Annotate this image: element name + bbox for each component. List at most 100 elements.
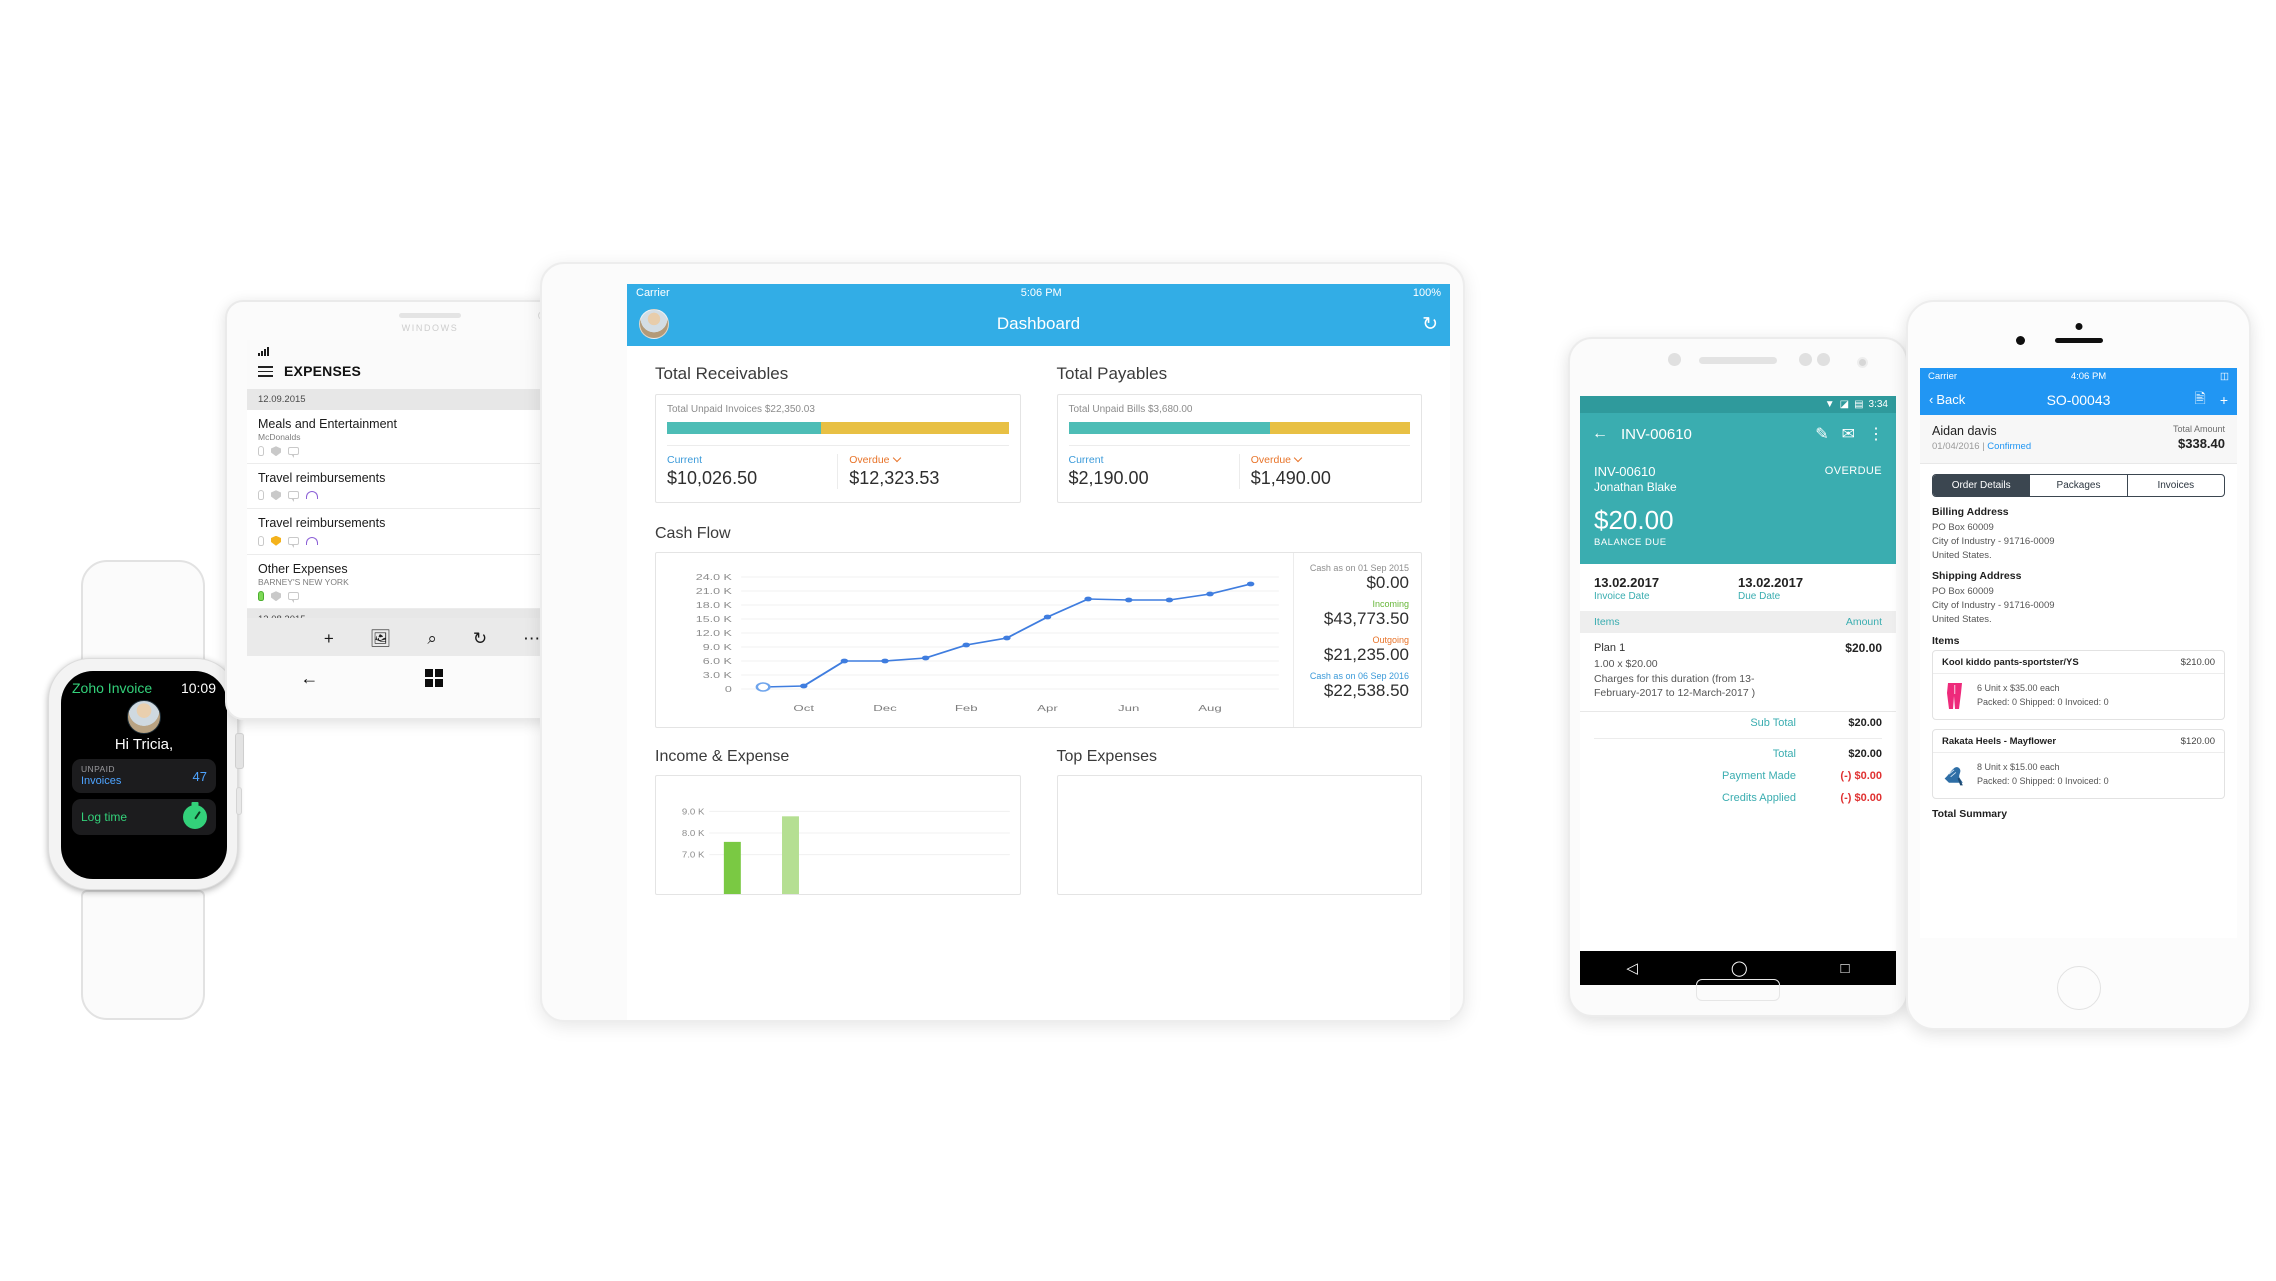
top-expenses-section: Top Expenses [1056,748,1422,895]
order-item-card[interactable]: Kool kiddo pants-sportster/YS $210.00 6 … [1932,649,2225,720]
watch-clock: 10:09 [180,680,216,696]
back-triangle-icon[interactable]: ◁ [1626,959,1638,977]
svg-text:21.0 K: 21.0 K [696,588,732,596]
top-expenses-title: Top Expenses [1056,748,1158,765]
payables-section: Total Payables Total Unpaid Bills $3,680… [1056,364,1422,503]
watch-invoice-count: 47 [192,768,207,784]
cash-opening-value: $0.00 [1366,573,1409,592]
pink-pants-icon [1947,682,1962,709]
invoice-dates: 13.02.2017 Invoice Date 13.02.2017 Due D… [1580,564,1896,611]
iphone-status-bar: Carrier 4:06 PM ◫ [1920,368,2237,384]
line-item-description: Charges for this duration (from 13-Febru… [1594,672,1756,700]
back-icon[interactable]: ← [1592,425,1608,443]
svg-text:8.0 K: 8.0 K [682,829,705,838]
back-icon[interactable]: ← [300,668,318,689]
edit-icon[interactable]: ✎ [1815,424,1828,444]
payment-made-value: (-) $0.00 [1840,770,1882,783]
item-fulfilment-line: Packed: 0 Shipped: 0 Invoiced: 0 [1977,696,2109,707]
apple-watch-device: Zoho Invoice 10:09 Hi Tricia, UNPAID Inv… [48,560,244,1020]
home-button[interactable] [2056,966,2101,1010]
customer-name: Aidan davis [1932,424,1997,438]
hamburger-menu-icon[interactable] [258,363,273,380]
svg-text:18.0 K: 18.0 K [696,602,732,610]
line-item-qty: 1.00 x $20.00 [1594,657,1658,670]
svg-text:Feb: Feb [955,704,978,713]
android-status-bar: ▼ ◪ ▤ 3:34 [1580,396,1896,413]
items-table-header: Items Amount [1580,611,1896,633]
shield-amber-icon [271,535,281,546]
svg-text:7.0 K: 7.0 K [682,850,705,859]
receivables-bar-overdue [820,422,1009,434]
svg-text:24.0 K: 24.0 K [696,574,732,582]
recents-square-icon[interactable]: □ [1840,960,1849,977]
ipad-device: Carrier 5:06 PM 100% Dashboard ↻ Total R… [540,262,1465,1022]
android-clock: 3:34 [1868,399,1888,410]
payment-made-label: Payment Made [1722,770,1796,783]
refresh-icon[interactable]: ↻ [473,630,487,647]
image-icon[interactable]: 🖼 [370,630,392,647]
mail-icon[interactable]: ✉ [1842,424,1855,444]
add-icon[interactable]: + [2220,392,2228,408]
top-expenses-card [1056,775,1422,895]
order-details-content: Billing Address PO Box 60009 City of Ind… [1920,497,2237,820]
item-unit-line: 8 Unit x $15.00 each [1977,762,2060,773]
android-screen: ▼ ◪ ▤ 3:34 ← INV-00610 ✎ ✉ ⋮ OVERDUE INV… [1580,396,1896,951]
payables-current[interactable]: Current $2,190.00 [1058,454,1239,489]
sensor-dot [1817,353,1830,366]
watch-avatar [127,700,161,734]
refresh-icon[interactable]: ↻ [1422,313,1438,336]
svg-text:0: 0 [725,686,732,694]
payables-subtitle: Total Unpaid Bills $3,680.00 [1068,404,1193,415]
balance-due-value: $20.00 [1594,505,1674,535]
watch-digital-crown[interactable] [235,733,244,769]
battery-icon: ▤ [1854,399,1864,410]
item-unit-line: 6 Unit x $35.00 each [1977,683,2060,694]
watch-body: Zoho Invoice 10:09 Hi Tricia, UNPAID Inv… [48,658,244,890]
svg-text:Oct: Oct [793,704,815,713]
tab-order-details[interactable]: Order Details [1933,475,2030,496]
payables-overdue[interactable]: Overdue $1,490.00 [1238,453,1421,489]
meta-separator: | [1982,441,1985,452]
receivables-title: Total Receivables [655,364,789,383]
invoice-date-block: 13.02.2017 Invoice Date [1594,575,1738,602]
overflow-icon[interactable]: ⋮ [1868,424,1884,444]
search-icon[interactable]: ⌕ [427,630,437,647]
more-icon[interactable]: ⋯ [523,630,540,647]
windows-start-icon[interactable] [424,669,443,687]
comment-icon [288,536,299,548]
order-item-card[interactable]: Rakata Heels - Mayflower $120.00 8 Unit … [1932,728,2225,799]
home-circle-icon[interactable]: ◯ [1731,959,1748,977]
cash-flow-line-chart: 24.0 K 21.0 K 18.0 K 15.0 K 12.0 K 9.0 K 6.… [696,574,1279,713]
tab-invoices[interactable]: Invoices [2126,475,2224,496]
shipping-address-title: Shipping Address [1932,570,2022,583]
expense-vendor: BARNEY'S NEW YORK [258,576,349,587]
watch-log-time-card[interactable]: Log time [72,799,216,835]
tab-packages[interactable]: Packages [2029,475,2126,496]
svg-text:6.0 K: 6.0 K [703,658,732,666]
payment-made-row: Payment Made (-) $0.00 [1580,765,1896,787]
receivables-current-value: $10,026.50 [667,468,758,488]
shield-icon [271,490,281,501]
svg-text:15.0 K: 15.0 K [696,616,732,624]
ipad-screen: Carrier 5:06 PM 100% Dashboard ↻ Total R… [627,284,1450,1020]
watch-unpaid-invoices-card[interactable]: UNPAID Invoices 47 [72,759,216,793]
add-icon[interactable]: + [324,630,334,647]
status-badge: OVERDUE [1824,465,1882,477]
receivables-overdue[interactable]: Overdue $12,323.53 [837,453,1019,489]
android-app-bar: ← INV-00610 ✎ ✉ ⋮ [1580,413,1896,455]
umbrella-icon [306,536,318,545]
signal-icon: ◪ [1839,399,1850,410]
expense-name: Other Expenses [258,561,348,576]
watch-side-button[interactable] [236,787,242,815]
receivables-current[interactable]: Current $10,026.50 [656,454,837,489]
billing-address-title: Billing Address [1932,506,2009,518]
svg-text:9.0 K: 9.0 K [682,807,705,816]
total-amount-value: $338.40 [2178,436,2225,451]
payables-card: Total Unpaid Bills $3,680.00 Current $2,… [1056,394,1422,503]
earpiece-speaker [399,313,461,318]
front-camera-icon [2075,323,2082,330]
document-edit-icon[interactable]: 🖹 [2195,388,2206,412]
stopwatch-icon [183,805,207,829]
windows-brand-label: WINDOWS [401,323,459,333]
due-date-value: 13.02.2017 [1738,575,1804,590]
